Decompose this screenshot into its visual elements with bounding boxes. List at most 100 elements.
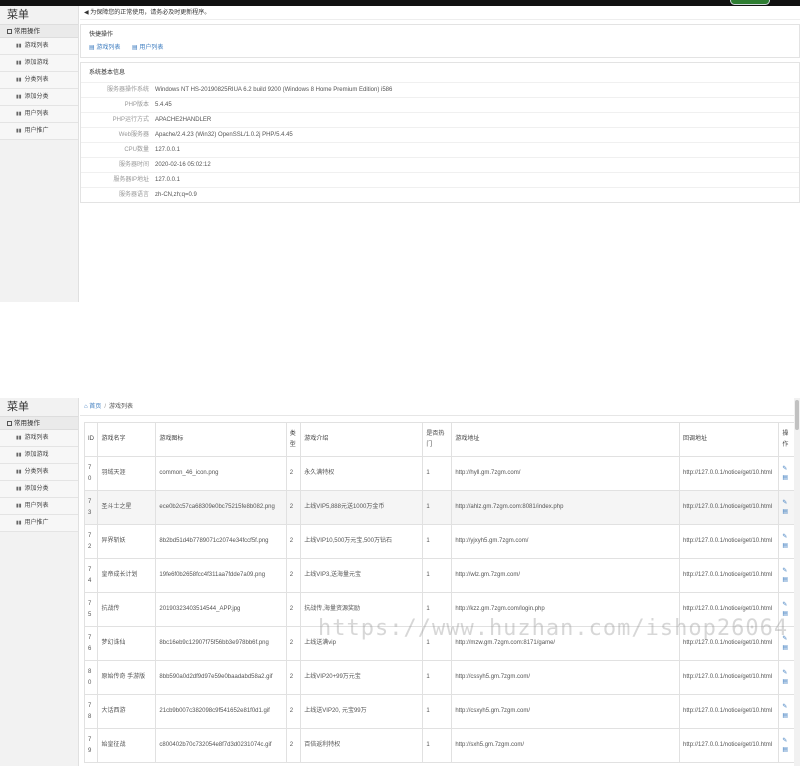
sidebar-item-user-list[interactable]: ▮▮ 用户列表	[0, 106, 78, 123]
cell-hot: 1	[422, 728, 453, 763]
column-header: 游戏名字	[97, 422, 157, 457]
cell-intro: 永久满特权	[300, 456, 424, 491]
edit-icon[interactable]: ✎	[782, 669, 792, 678]
vertical-scrollbar[interactable]	[794, 398, 800, 766]
breadcrumb: ⌂ 首页 / 游戏列表	[80, 398, 800, 416]
edit-icon[interactable]: ✎	[782, 635, 792, 644]
cell-type: 2	[285, 728, 302, 763]
cell-intro: 百倍返利特权	[300, 728, 424, 763]
edit-icon[interactable]: ✎	[782, 737, 792, 746]
edit-icon[interactable]: ✎	[782, 499, 792, 508]
cell-callback: http://127.0.0.1/notice/get/10.html	[679, 524, 780, 559]
cell-url: http://ahlz.gm.7zgm.com:8081/index.php	[451, 490, 681, 525]
sidebar-item-label: 用户列表	[24, 503, 49, 509]
edit-icon[interactable]: ✎	[782, 703, 792, 712]
sidebar-title: 菜单	[7, 401, 29, 413]
delete-icon[interactable]: ▤	[782, 576, 792, 585]
sidebar-group-label: 常用操作	[14, 420, 40, 427]
sidebar-item-user-promo[interactable]: ▮▮ 用户推广	[0, 123, 78, 140]
update-notice: ◀ 为保障您的正常使用，请务必及时更新程序。	[80, 6, 800, 20]
table-row: 76 梦幻诛仙 8bc16eb9c12907f75f56bb3e978bb6f.pn…	[83, 626, 796, 661]
cell-intro: 抗战传,海量资源奖励	[300, 592, 424, 627]
sidebar-item-add-game[interactable]: ▮▮ 添加游戏	[0, 447, 78, 464]
edit-icon[interactable]: ✎	[782, 533, 792, 542]
cell-icon: 8b2bd51d4b7789071c2074e34fccf5f.png	[155, 524, 287, 559]
delete-icon[interactable]: ▤	[782, 746, 792, 755]
table-row: 80 原始传奇 手游版 8bb590a0d2df9d97e59e0baadabd58…	[83, 660, 796, 695]
delete-icon[interactable]: ▤	[782, 644, 792, 653]
home-icon[interactable]: ⌂	[84, 404, 88, 410]
status-toggle[interactable]	[730, 0, 770, 5]
cell-actions: ✎ ▤	[778, 592, 796, 627]
scrollbar-thumb[interactable]	[795, 400, 799, 430]
edit-icon[interactable]: ✎	[782, 567, 792, 576]
cell-callback: http://127.0.0.1/notice/get/10.html	[679, 626, 780, 661]
dashboard-content: ◀ 为保障您的正常使用，请务必及时更新程序。 快捷操作 ▤ 游戏列表 ▤ 用户列…	[80, 6, 800, 302]
column-header: 操作	[778, 422, 796, 457]
cell-url: http://hyll.gm.7zgm.com/	[451, 456, 681, 491]
sidebar-group-label: 常用操作	[14, 28, 40, 35]
delete-icon[interactable]: ▤	[782, 712, 792, 721]
sidebar-item-add-category[interactable]: ▮▮ 添加分类	[0, 89, 78, 106]
cell-name: 梦幻诛仙	[97, 626, 157, 661]
bars-icon: ▮▮	[16, 60, 22, 66]
cell-intro: 上线送满vip	[300, 626, 424, 661]
delete-icon[interactable]: ▤	[782, 610, 792, 619]
cell-intro: 上线VIP20+99万元宝	[300, 660, 424, 695]
cell-id: 75	[83, 592, 99, 627]
edit-icon[interactable]: ✎	[782, 601, 792, 610]
sidebar-item-user-list[interactable]: ▮▮ 用户列表	[0, 498, 78, 515]
sidebar-group-common[interactable]: 常用操作	[0, 416, 78, 430]
game-table: ID 游戏名字 游戏图标 类型 游戏介绍 是否热门 游戏地址 回调地址 操作 70 羽绒天涯 com…	[83, 422, 796, 763]
quick-link-game-list[interactable]: ▤ 游戏列表	[89, 45, 120, 51]
edit-icon[interactable]: ✎	[782, 465, 792, 474]
table-row: 75 抗战传 20190323403514544_APP.jpg 2 抗战传,海量资源奖…	[83, 592, 796, 627]
cell-id: 70	[83, 456, 99, 491]
sidebar-item-add-game[interactable]: ▮▮ 添加游戏	[0, 55, 78, 72]
dashboard-panel: 菜单 常用操作 ▮▮ 游戏列表 ▮▮ 添加游戏 ▮▮ 分类列表 ▮▮ 添加分类 ▮▮ 用户…	[0, 6, 800, 302]
cell-actions: ✎ ▤	[778, 456, 796, 491]
sidebar-item-label: 用户推广	[24, 520, 49, 526]
cell-type: 2	[285, 524, 302, 559]
sidebar-item-add-category[interactable]: ▮▮ 添加分类	[0, 481, 78, 498]
cell-id: 80	[83, 660, 99, 695]
info-row: 服务器语言 zh-CN,zh;q=0.9	[81, 187, 799, 202]
cell-id: 78	[83, 694, 99, 729]
delete-icon[interactable]: ▤	[782, 678, 792, 687]
quick-link-user-list[interactable]: ▤ 用户列表	[132, 45, 163, 51]
cell-url: http://wlz.gm.7zgm.com/	[451, 558, 681, 593]
info-value: 5.4.45	[155, 102, 172, 108]
sidebar-item-user-promo[interactable]: ▮▮ 用户推广	[0, 515, 78, 532]
sidebar-item-category-list[interactable]: ▮▮ 分类列表	[0, 72, 78, 89]
cell-icon: common_46_icon.png	[155, 456, 287, 491]
breadcrumb-home[interactable]: 首页	[89, 404, 101, 410]
sidebar-item-game-list[interactable]: ▮▮ 游戏列表	[0, 430, 78, 447]
cell-hot: 1	[422, 694, 453, 729]
column-header: 类型	[285, 422, 302, 457]
cell-actions: ✎ ▤	[778, 490, 796, 525]
delete-icon[interactable]: ▤	[782, 474, 792, 483]
cell-name: 原始传奇 手游版	[97, 660, 157, 695]
cell-actions: ✎ ▤	[778, 524, 796, 559]
cell-hot: 1	[422, 558, 453, 593]
cell-hot: 1	[422, 524, 453, 559]
bars-icon: ▮▮	[16, 469, 22, 475]
delete-icon[interactable]: ▤	[782, 508, 792, 517]
sidebar-item-game-list[interactable]: ▮▮ 游戏列表	[0, 38, 78, 55]
sidebar-item-category-list[interactable]: ▮▮ 分类列表	[0, 464, 78, 481]
cell-name: 羽绒天涯	[97, 456, 157, 491]
info-label: Web服务器	[118, 132, 149, 138]
info-label: 服务器操作系统	[106, 87, 149, 93]
cell-actions: ✎ ▤	[778, 626, 796, 661]
cell-callback: http://127.0.0.1/notice/get/10.html	[679, 558, 780, 593]
cell-type: 2	[285, 592, 302, 627]
bars-icon: ▮▮	[16, 43, 22, 49]
sidebar-group-common[interactable]: 常用操作	[0, 24, 78, 38]
cell-icon: 19fe6f0b2658fcc4f311aa7fdde7a09.png	[155, 558, 287, 593]
info-value: 127.0.0.1	[155, 177, 181, 183]
cell-id: 76	[83, 626, 99, 661]
delete-icon[interactable]: ▤	[782, 542, 792, 551]
column-header: 游戏介绍	[300, 422, 424, 457]
info-row: Web服务器 Apache/2.4.23 (Win32) OpenSSL/1.0.…	[81, 127, 799, 142]
info-value: 2020-02-16 05:02:12	[155, 162, 211, 168]
